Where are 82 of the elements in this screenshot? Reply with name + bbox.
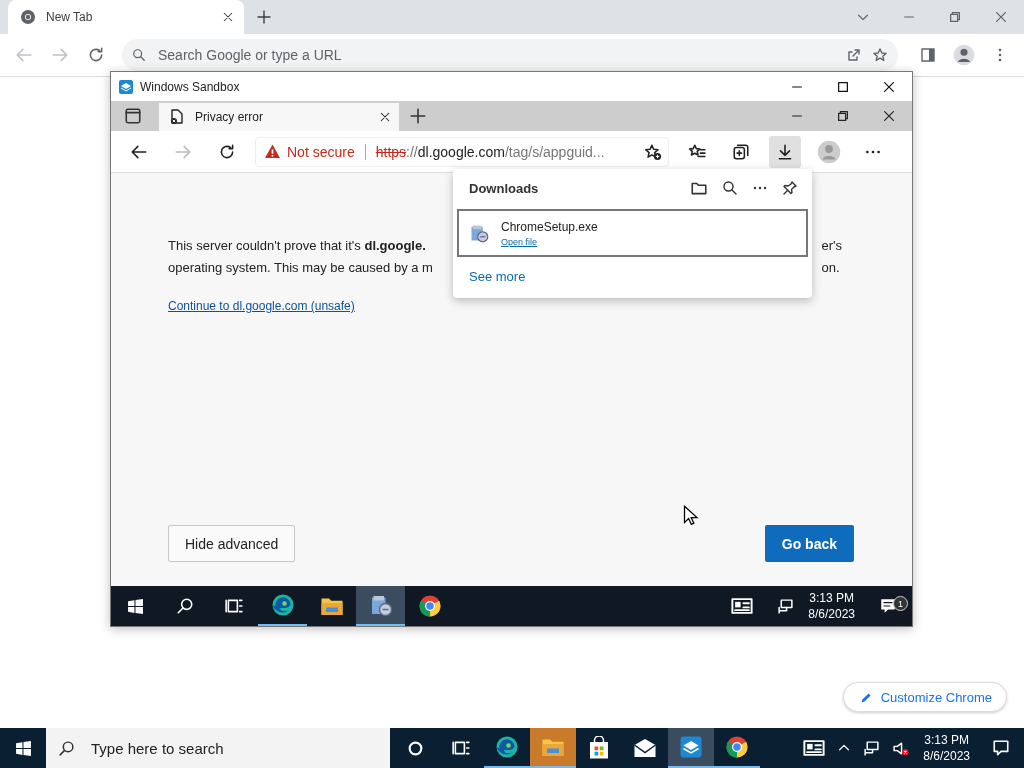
address-bar[interactable]: Search Google or type a URL bbox=[122, 39, 898, 71]
mail-icon bbox=[633, 736, 657, 760]
hide-advanced-button[interactable]: Hide advanced bbox=[168, 525, 296, 562]
close-icon[interactable] bbox=[379, 111, 391, 123]
news-icon[interactable] bbox=[731, 595, 754, 617]
sandbox-app-icon bbox=[679, 735, 703, 759]
reload-icon[interactable] bbox=[87, 46, 105, 64]
document-error-icon bbox=[169, 109, 185, 125]
maximize-icon[interactable] bbox=[836, 79, 850, 94]
add-favorite-icon[interactable] bbox=[644, 142, 662, 161]
profile-icon[interactable] bbox=[817, 139, 841, 164]
clock-time[interactable]: 3:13 PM bbox=[809, 590, 854, 606]
close-icon[interactable] bbox=[222, 11, 234, 23]
task-view-icon[interactable] bbox=[452, 739, 470, 757]
downloads-icon[interactable] bbox=[776, 142, 794, 161]
chrome-browser-icon bbox=[725, 735, 749, 759]
search-icon[interactable] bbox=[722, 180, 738, 196]
proceed-link[interactable]: Continue to dl.google.com (unsafe) bbox=[168, 299, 355, 313]
notification-icon[interactable] bbox=[878, 597, 897, 615]
new-tab-icon[interactable] bbox=[256, 9, 272, 25]
error-text: on. bbox=[821, 259, 841, 277]
address-field[interactable]: Search Google or type a URL bbox=[156, 46, 836, 64]
taskbar-search-box[interactable]: Type here to search bbox=[46, 728, 390, 768]
open-file-link[interactable]: Open file bbox=[501, 236, 598, 247]
notification-count: 1 bbox=[893, 596, 908, 611]
start-icon[interactable] bbox=[14, 739, 32, 757]
customize-chrome-button[interactable]: Customize Chrome bbox=[842, 682, 1007, 712]
url-text: https://dl.google.com/tag/s/appguid... bbox=[375, 143, 606, 160]
search-icon bbox=[58, 739, 75, 757]
volume-muted-icon[interactable] bbox=[892, 739, 910, 757]
clock-date[interactable]: 8/6/2023 bbox=[808, 606, 855, 622]
restore-icon[interactable] bbox=[836, 109, 850, 123]
downloads-button[interactable] bbox=[769, 135, 801, 168]
security-label: Not secure bbox=[287, 143, 355, 160]
shopping-bag-icon bbox=[587, 736, 611, 760]
error-text: er's bbox=[821, 237, 842, 255]
network-icon[interactable] bbox=[863, 739, 881, 757]
download-item[interactable]: ChromeSetup.exe Open file bbox=[457, 209, 808, 257]
close-icon[interactable] bbox=[882, 79, 896, 94]
start-icon[interactable] bbox=[127, 597, 144, 615]
taskbar-search-field[interactable]: Type here to search bbox=[89, 738, 378, 758]
edge-browser-icon bbox=[495, 735, 519, 759]
error-text: operating system. This may be caused by a m bbox=[168, 259, 433, 277]
browser-tab[interactable]: Privacy error bbox=[159, 103, 399, 131]
see-more-link[interactable]: See more bbox=[469, 269, 526, 284]
error-text: This server couldn't prove that it's dl.google. bbox=[168, 237, 427, 255]
tab-title: New Tab bbox=[46, 10, 94, 24]
address-bar[interactable]: Not secure https://dl.google.com/tag/s/appguid... bbox=[255, 136, 669, 167]
tab-actions-icon[interactable] bbox=[124, 107, 142, 125]
tab-title: Privacy error bbox=[195, 110, 264, 124]
pin-icon[interactable] bbox=[782, 180, 798, 196]
pencil-icon bbox=[859, 690, 873, 704]
taskbar-app-button[interactable] bbox=[668, 728, 714, 768]
clock-time[interactable]: 3:13 PM bbox=[924, 732, 969, 748]
new-tab-icon[interactable] bbox=[409, 107, 427, 125]
reload-icon[interactable] bbox=[218, 142, 236, 161]
news-icon[interactable] bbox=[803, 737, 826, 759]
share-icon[interactable] bbox=[846, 47, 862, 63]
bookmark-star-icon[interactable] bbox=[872, 47, 888, 63]
task-view-icon[interactable] bbox=[224, 597, 243, 615]
chrome-browser-icon bbox=[417, 594, 442, 618]
warning-icon bbox=[264, 143, 281, 160]
close-icon[interactable] bbox=[882, 109, 896, 123]
sandbox-logo-icon bbox=[118, 78, 134, 95]
profile-icon[interactable] bbox=[953, 44, 975, 66]
go-back-button[interactable]: Go back bbox=[764, 525, 854, 562]
chrome-logo-icon bbox=[20, 9, 36, 25]
search-icon bbox=[132, 48, 146, 62]
panel-title: Downloads bbox=[469, 180, 540, 196]
browser-tab[interactable]: New Tab bbox=[8, 0, 244, 34]
installer-file-icon bbox=[469, 223, 489, 243]
side-panel-icon[interactable] bbox=[920, 47, 936, 63]
clock-date[interactable]: 8/6/2023 bbox=[923, 748, 970, 764]
edge-browser-icon bbox=[270, 593, 295, 617]
file-name: ChromeSetup.exe bbox=[501, 219, 598, 234]
network-icon[interactable] bbox=[777, 597, 795, 615]
notification-icon[interactable] bbox=[992, 739, 1010, 757]
window-title: Windows Sandbox bbox=[140, 79, 240, 94]
search-icon[interactable] bbox=[175, 597, 194, 615]
circle-icon[interactable] bbox=[406, 739, 424, 757]
restore-icon[interactable] bbox=[948, 10, 962, 24]
collections-icon[interactable] bbox=[732, 142, 750, 161]
